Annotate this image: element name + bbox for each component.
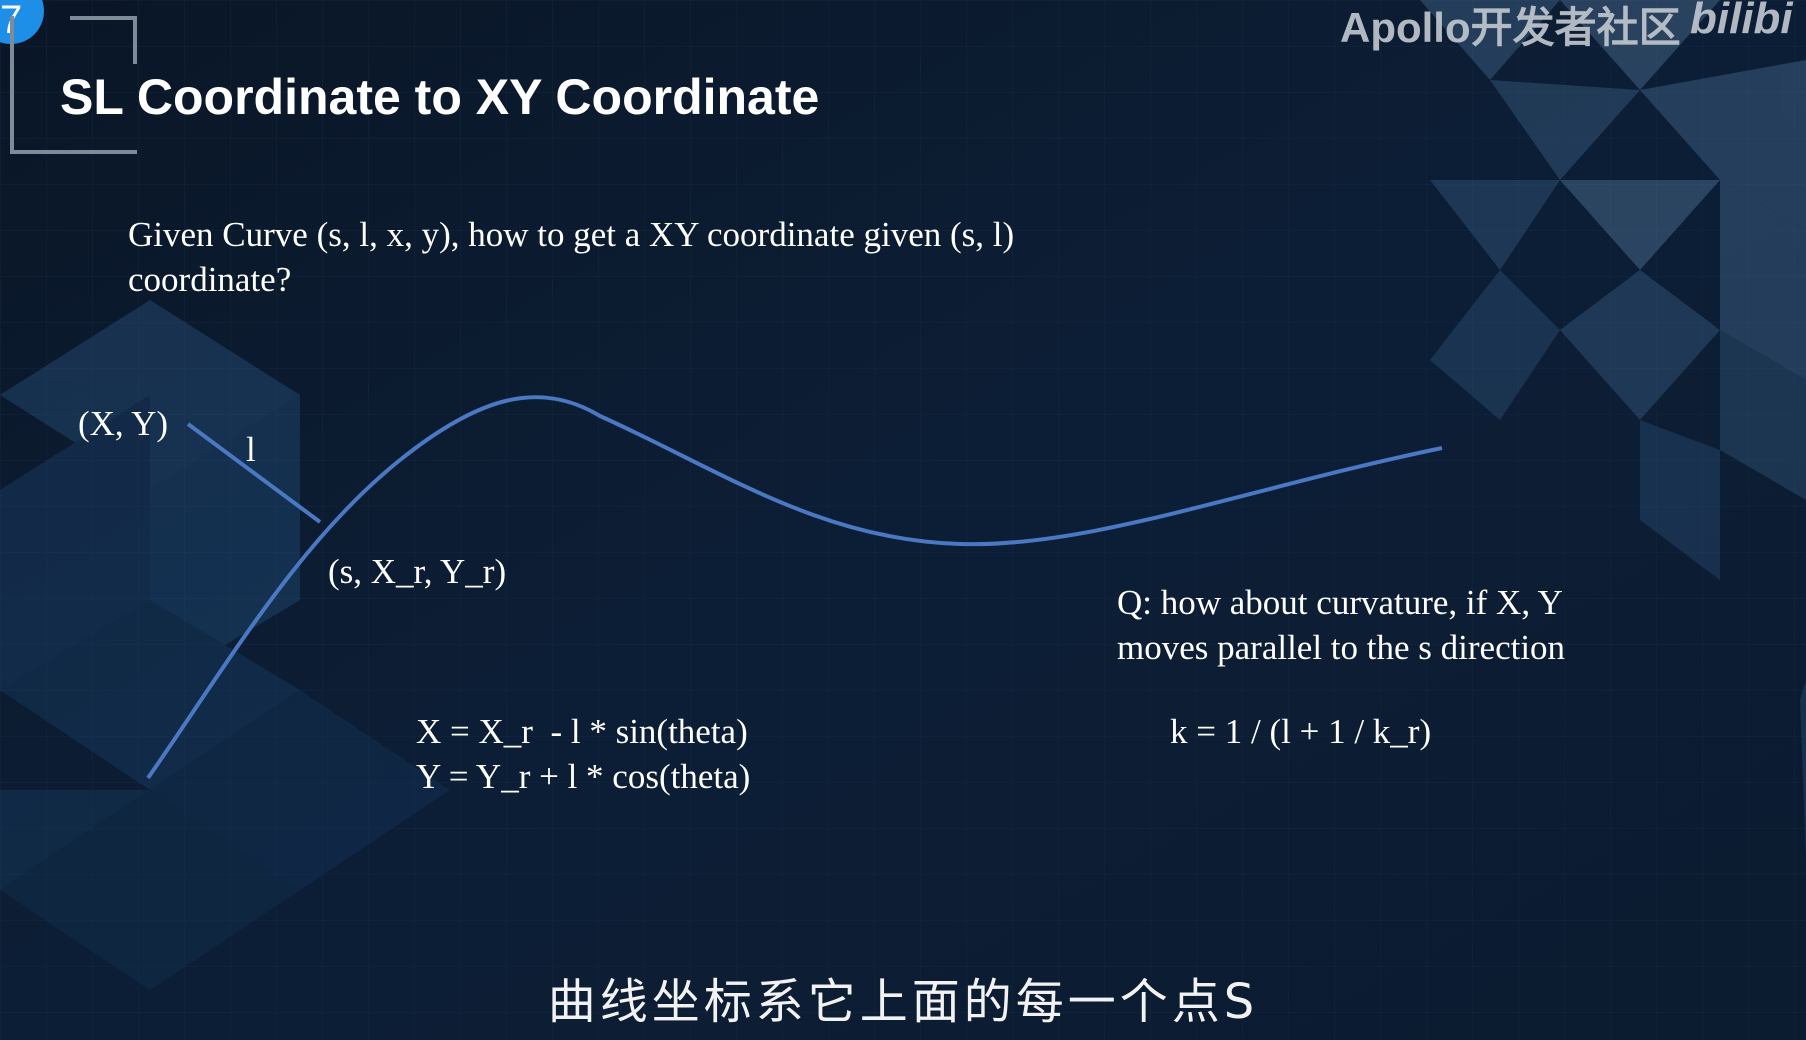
video-subtitle: 曲线坐标系它上面的每一个点S [547, 974, 1259, 1030]
curvature-formula: k = 1 / (l + 1 / k_r) [1170, 712, 1432, 751]
platform-logo: bilibi [1690, 0, 1793, 43]
offset-label: l [246, 430, 256, 469]
background-graphic [0, 0, 1806, 1040]
brand-watermark: Apollo开发者社区 [1340, 4, 1681, 51]
formula-x: X = X_r - l * sin(theta) [416, 712, 748, 751]
reference-point-label: (s, X_r, Y_r) [328, 552, 507, 591]
slide-title: SL Coordinate to XY Coordinate [60, 69, 820, 125]
point-xy-label: (X, Y) [78, 404, 169, 443]
curvature-question: Q: how about curvature, if X, Y moves pa… [1117, 580, 1565, 670]
title-bracket-top [70, 16, 137, 64]
formula-y: Y = Y_r + l * cos(theta) [416, 757, 751, 796]
question-text: Given Curve (s, l, x, y), how to get a X… [128, 215, 1015, 299]
curvature-question-line2: moves parallel to the s direction [1117, 628, 1566, 667]
curvature-question-line1: Q: how about curvature, if X, Y [1117, 583, 1563, 622]
